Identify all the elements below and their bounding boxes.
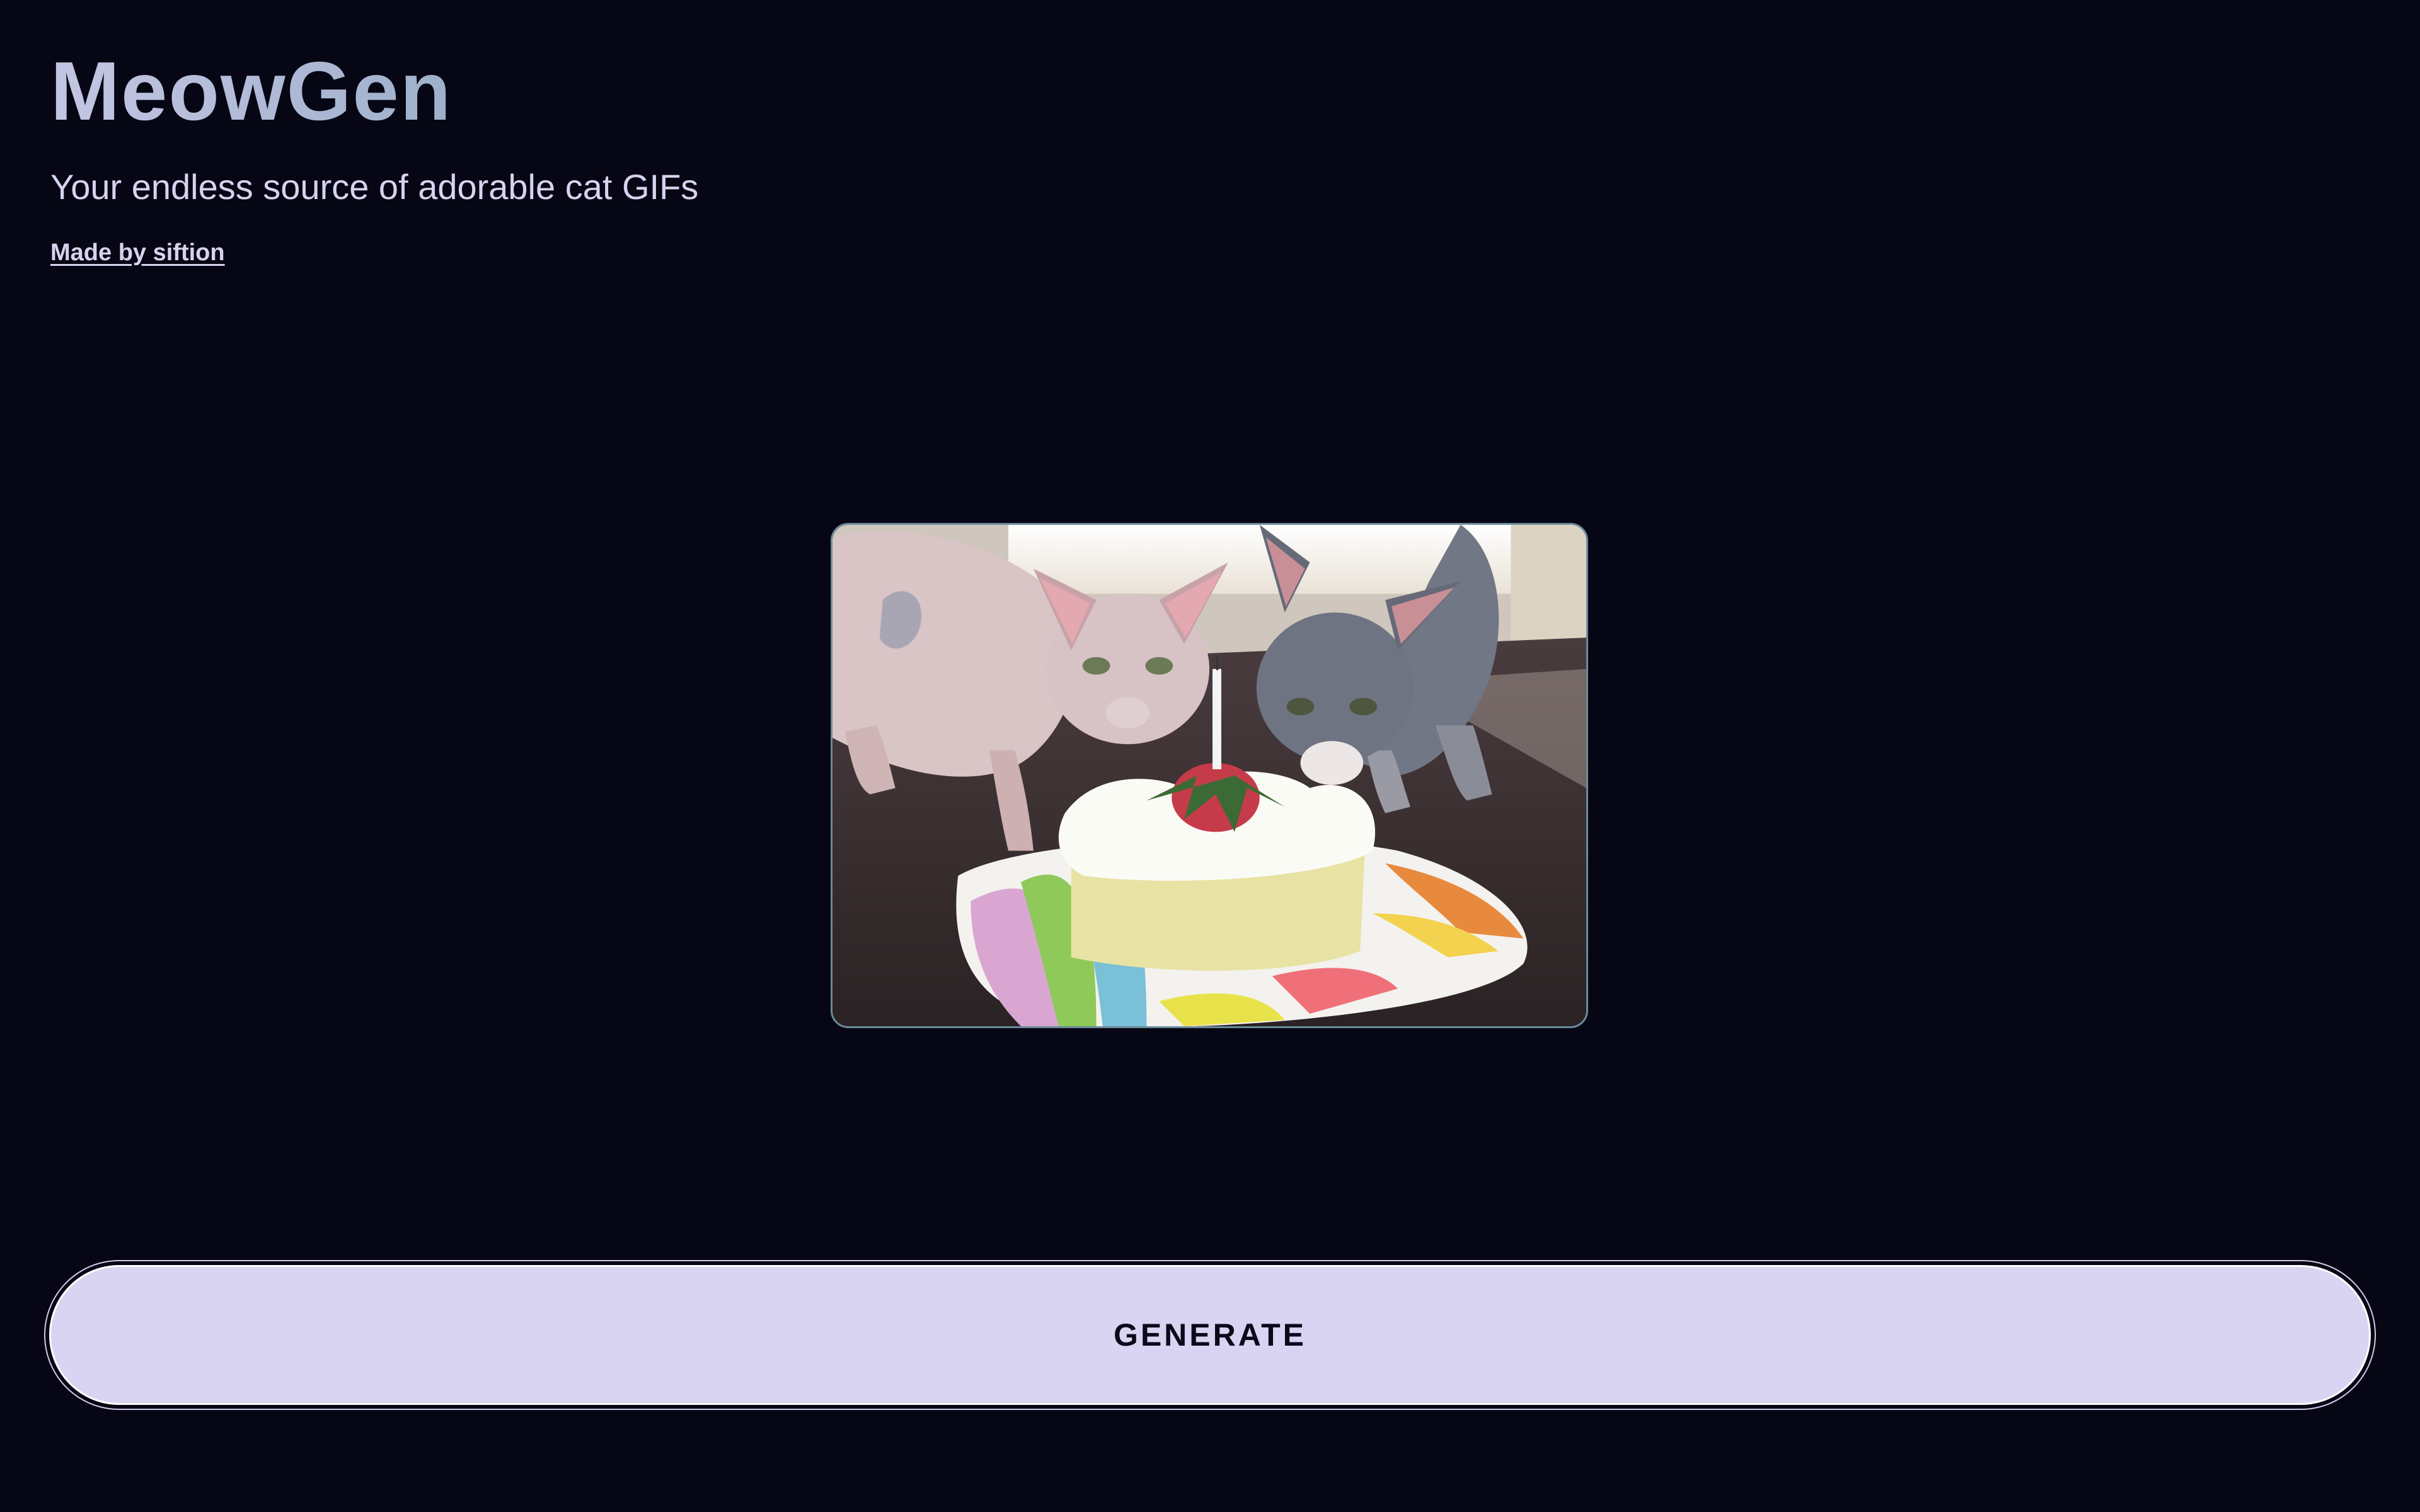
credit-link[interactable]: Made by siftion bbox=[50, 239, 225, 266]
header: MeowGen Your endless source of adorable … bbox=[50, 44, 698, 266]
cat-gif bbox=[831, 523, 1588, 1028]
app-subtitle: Your endless source of adorable cat GIFs bbox=[50, 167, 699, 207]
generate-button-label: GENERATE bbox=[1113, 1317, 1307, 1353]
app-title: MeowGen bbox=[50, 44, 698, 139]
generate-button[interactable]: GENERATE bbox=[49, 1265, 2371, 1405]
page: MeowGen Your endless source of adorable … bbox=[0, 0, 2420, 1512]
cat-gif-illustration bbox=[833, 525, 1586, 1026]
